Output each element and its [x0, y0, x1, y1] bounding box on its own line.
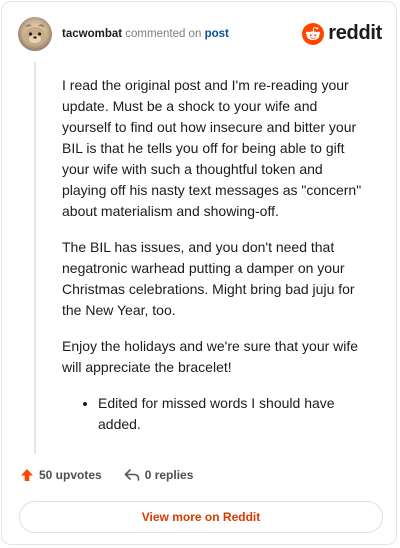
upvote-count: 50 upvotes — [39, 468, 102, 482]
reply-icon — [124, 469, 140, 481]
reddit-brand[interactable]: reddit — [302, 22, 382, 45]
comment-bullet-list: Edited for missed words I should have ad… — [62, 393, 367, 435]
reddit-wordmark: reddit — [328, 22, 382, 44]
comment-body: I read the original post and I'm re-read… — [62, 75, 367, 435]
post-link[interactable]: post — [205, 28, 229, 40]
thread-line — [34, 62, 36, 454]
reply-count: 0 replies — [144, 468, 194, 482]
comment-paragraph: I read the original post and I'm re-read… — [62, 77, 362, 219]
comment-byline: tacwombat commented on post — [62, 27, 229, 41]
comment-actions: 50 upvotes 0 replies — [20, 468, 193, 482]
comment-paragraph: The BIL has issues, and you don't need t… — [62, 239, 355, 318]
comment-card: tacwombat commented on post reddit I rea… — [1, 1, 397, 545]
comment-header: tacwombat commented on post — [18, 17, 229, 51]
comment-bullet: Edited for missed words I should have ad… — [98, 393, 367, 435]
avatar-image — [24, 24, 46, 45]
reddit-logo-icon — [302, 22, 325, 45]
replies-button[interactable]: 0 replies — [124, 468, 194, 482]
byline-action: commented on — [125, 28, 202, 40]
upvote-arrow-icon — [21, 469, 33, 481]
comment-paragraph: Enjoy the holidays and we're sure that y… — [62, 338, 359, 375]
avatar[interactable] — [18, 17, 52, 51]
upvote-button[interactable]: 50 upvotes — [20, 468, 102, 482]
username[interactable]: tacwombat — [62, 28, 122, 40]
view-more-button[interactable]: View more on Reddit — [19, 501, 383, 533]
